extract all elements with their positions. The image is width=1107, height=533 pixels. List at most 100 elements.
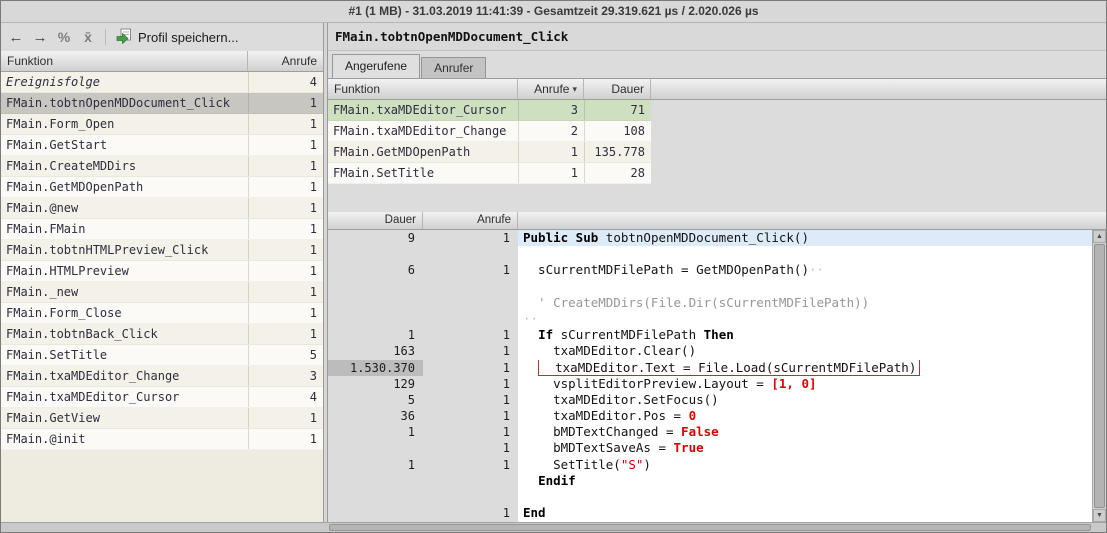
function-row[interactable]: FMain.GetStart1 (1, 135, 323, 156)
vertical-scrollbar-thumb[interactable] (1094, 244, 1105, 508)
function-name: FMain.Form_Open (1, 114, 248, 134)
code-line[interactable]: ·· (328, 311, 1092, 327)
function-row[interactable]: FMain._new1 (1, 282, 323, 303)
code-line-anrufe (423, 473, 518, 489)
code-line[interactable]: Endif (328, 473, 1092, 489)
horizontal-scrollbar-thumb[interactable] (329, 524, 1091, 531)
calls-header-dauer[interactable]: Dauer (584, 79, 651, 99)
calls-header-anrufe-label: Anrufe (534, 79, 569, 99)
code-line[interactable]: 1 bMDTextSaveAs = True (328, 440, 1092, 456)
code-line-anrufe: 1 (423, 376, 518, 392)
code-editor[interactable]: 91Public Sub tobtnOpenMDDocument_Click()… (328, 230, 1106, 522)
function-name: FMain._new (1, 282, 248, 302)
function-row[interactable]: FMain.SetTitle5 (1, 345, 323, 366)
calls-row[interactable]: FMain.txaMDEditor_Change2108 (328, 121, 651, 142)
code-line-dauer (328, 279, 423, 295)
function-calls: 3 (248, 366, 323, 386)
code-line[interactable]: 11 If sCurrentMDFilePath Then (328, 327, 1092, 343)
function-row[interactable]: FMain.@init1 (1, 429, 323, 450)
function-row[interactable]: FMain.CreateMDDirs1 (1, 156, 323, 177)
function-calls: 1 (248, 114, 323, 134)
code-line[interactable] (328, 279, 1092, 295)
function-row[interactable]: FMain.FMain1 (1, 219, 323, 240)
code-line-text: SetTitle("S") (518, 457, 1092, 473)
percent-button[interactable]: % (53, 26, 75, 48)
function-row[interactable]: FMain.GetMDOpenPath1 (1, 177, 323, 198)
mean-button[interactable]: x̄ (77, 26, 99, 48)
function-row[interactable]: Ereignisfolge4 (1, 72, 323, 93)
function-row[interactable]: FMain.HTMLPreview1 (1, 261, 323, 282)
tab-angerufene[interactable]: Angerufene (332, 54, 420, 78)
window-title: #1 (1 MB) - 31.03.2019 11:41:39 - Gesamt… (1, 1, 1106, 23)
code-line[interactable]: 91Public Sub tobtnOpenMDDocument_Click() (328, 230, 1092, 246)
code-line-dauer (328, 246, 423, 262)
function-row[interactable]: FMain.Form_Close1 (1, 303, 323, 324)
calls-row[interactable]: FMain.GetMDOpenPath1135.778 (328, 142, 651, 163)
function-row[interactable]: FMain.txaMDEditor_Change3 (1, 366, 323, 387)
tab-anrufer[interactable]: Anrufer (421, 57, 486, 78)
horizontal-scrollbar[interactable] (1, 522, 1106, 532)
code-line-text: bMDTextSaveAs = True (518, 440, 1092, 456)
function-row[interactable]: FMain.txaMDEditor_Cursor4 (1, 387, 323, 408)
scroll-down-icon[interactable]: ▼ (1093, 509, 1106, 522)
function-name: FMain.Form_Close (1, 303, 248, 323)
code-line[interactable]: 61 sCurrentMDFilePath = GetMDOpenPath()·… (328, 262, 1092, 278)
code-line-anrufe: 1 (423, 440, 518, 456)
percent-icon: % (58, 29, 70, 45)
function-row[interactable]: FMain.GetView1 (1, 408, 323, 429)
code-line[interactable]: 51 txaMDEditor.SetFocus() (328, 392, 1092, 408)
code-header-filler (518, 212, 1106, 229)
function-calls: 1 (248, 156, 323, 176)
forward-button[interactable]: → (29, 26, 51, 48)
header-anrufe[interactable]: Anrufe (248, 51, 323, 71)
function-calls: 1 (248, 198, 323, 218)
vertical-scrollbar[interactable]: ▲ ▼ (1092, 230, 1106, 522)
code-line[interactable] (328, 246, 1092, 262)
function-name: FMain.HTMLPreview (1, 261, 248, 281)
function-calls: 1 (248, 324, 323, 344)
toolbar: ← → % x̄ (1, 23, 323, 51)
code-line[interactable]: 1631 txaMDEditor.Clear() (328, 343, 1092, 359)
back-arrow-icon: ← (9, 29, 24, 46)
code-line-anrufe: 1 (423, 230, 518, 246)
calls-row-name: FMain.txaMDEditor_Change (328, 121, 518, 141)
code-line-dauer (328, 473, 423, 489)
code-line-anrufe: 1 (423, 327, 518, 343)
calls-row-dauer: 71 (584, 100, 651, 120)
code-line-dauer: 6 (328, 262, 423, 278)
code-line[interactable]: ' CreateMDDirs(File.Dir(sCurrentMDFilePa… (328, 295, 1092, 311)
function-row[interactable]: FMain.tobtnHTMLPreview_Click1 (1, 240, 323, 261)
code-line[interactable]: 361 txaMDEditor.Pos = 0 (328, 408, 1092, 424)
code-line[interactable] (328, 489, 1092, 505)
function-name: FMain.txaMDEditor_Change (1, 366, 248, 386)
code-line-anrufe (423, 295, 518, 311)
header-funktion[interactable]: Funktion (1, 51, 248, 71)
function-row[interactable]: FMain.tobtnOpenMDDocument_Click1 (1, 93, 323, 114)
function-row[interactable]: FMain.Form_Open1 (1, 114, 323, 135)
save-profile-button[interactable]: Profil speichern... (112, 25, 242, 49)
back-button[interactable]: ← (5, 26, 27, 48)
code-line[interactable]: 1291 vsplitEditorPreview.Layout = [1, 0] (328, 376, 1092, 392)
code-line-anrufe: 1 (423, 360, 518, 376)
calls-row[interactable]: FMain.txaMDEditor_Cursor371 (328, 100, 651, 121)
function-name: FMain.tobtnOpenMDDocument_Click (1, 93, 248, 113)
calls-header-anrufe[interactable]: Anrufe ▾ (518, 79, 584, 99)
code-line-text: sCurrentMDFilePath = GetMDOpenPath()·· (518, 262, 1092, 278)
calls-row-name: FMain.txaMDEditor_Cursor (328, 100, 518, 120)
function-calls: 5 (248, 345, 323, 365)
code-line-text: Endif (518, 473, 1092, 489)
calls-row[interactable]: FMain.SetTitle128 (328, 163, 651, 184)
function-row[interactable]: FMain.@new1 (1, 198, 323, 219)
calls-header-funktion[interactable]: Funktion (328, 79, 518, 99)
function-name: Ereignisfolge (1, 72, 248, 92)
code-line[interactable]: 1End (328, 505, 1092, 521)
mean-icon: x̄ (84, 29, 92, 45)
code-line-anrufe: 1 (423, 424, 518, 440)
code-line-anrufe: 1 (423, 392, 518, 408)
code-line-text: ' CreateMDDirs(File.Dir(sCurrentMDFilePa… (518, 295, 1092, 311)
code-line[interactable]: 11 SetTitle("S") (328, 457, 1092, 473)
code-line[interactable]: 1.530.3701 txaMDEditor.Text = File.Load(… (328, 360, 1092, 376)
code-line[interactable]: 11 bMDTextChanged = False (328, 424, 1092, 440)
scroll-up-icon[interactable]: ▲ (1093, 230, 1106, 243)
function-row[interactable]: FMain.tobtnBack_Click1 (1, 324, 323, 345)
